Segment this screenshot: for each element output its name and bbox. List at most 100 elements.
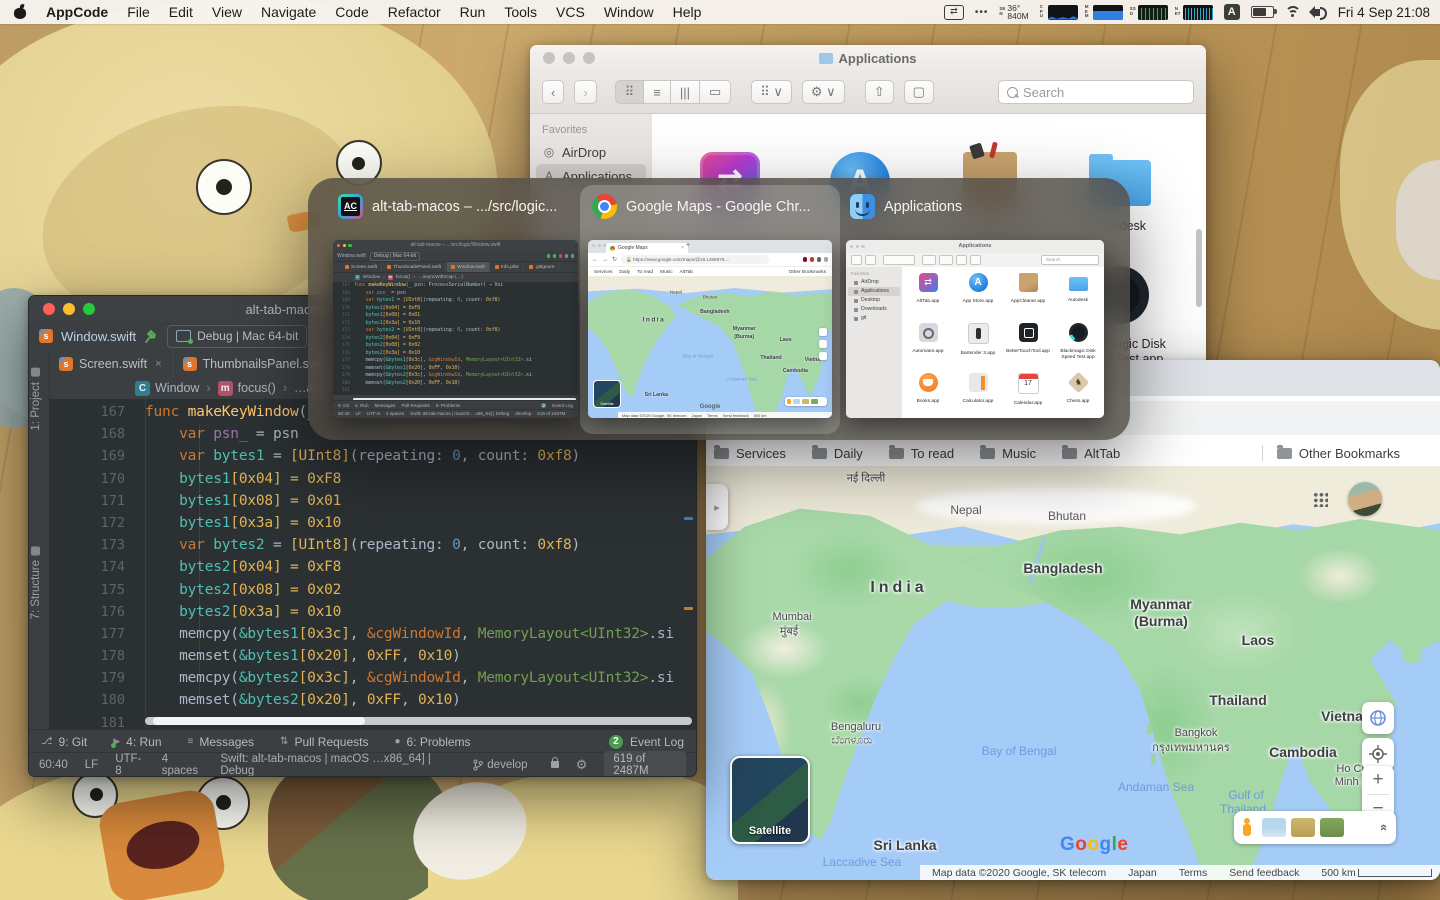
- code-line[interactable]: 174 bytes2[0x04] = 0xF8: [49, 556, 696, 578]
- bookmark-to-read[interactable]: To read: [888, 444, 954, 461]
- code-line[interactable]: 173 var bytes2 = [UInt8](repeating: 0, c…: [333, 327, 578, 335]
- bartender-menu-icon[interactable]: •••: [975, 7, 989, 18]
- terms-link[interactable]: Terms: [1179, 867, 1208, 879]
- stat-graph-cpu[interactable]: CPU: [1040, 4, 1078, 20]
- tags-button[interactable]: ▢: [903, 80, 934, 104]
- google-apps-grid-icon[interactable]: [1313, 492, 1328, 507]
- bookmark-alttab[interactable]: AltTab: [1062, 444, 1120, 461]
- back-button[interactable]: ‹: [542, 80, 565, 104]
- map-globe-button[interactable]: [1362, 702, 1394, 734]
- line-separator[interactable]: LF: [85, 759, 98, 771]
- error-stripe-mark[interactable]: [684, 607, 693, 610]
- close-tab-icon[interactable]: ×: [155, 358, 161, 370]
- pegman-icon[interactable]: [1242, 818, 1251, 837]
- run-configuration-selector[interactable]: Debug | Mac 64-bit: [167, 324, 308, 348]
- appcode-thumbnail[interactable]: alt-tab-macos – .../src/logic/Window.swi…: [333, 240, 578, 418]
- app-menu-title[interactable]: AppCode: [46, 4, 108, 20]
- code-line[interactable]: 175 bytes2[0x08] = 0x02: [49, 579, 696, 601]
- menu-item-view[interactable]: View: [212, 4, 242, 20]
- git-branch-widget[interactable]: develop: [473, 759, 528, 771]
- code-line[interactable]: 176 bytes2[0x3a] = 0x10: [333, 350, 578, 358]
- google-account-avatar[interactable]: [1348, 482, 1382, 516]
- zoom-in-button[interactable]: +: [1362, 766, 1394, 794]
- apple-menu-icon[interactable]: [14, 3, 27, 19]
- tool-window-button-4-run[interactable]: ▶ 4: Run: [111, 735, 162, 749]
- event-log-button[interactable]: 2 Event Log: [608, 734, 684, 749]
- code-line[interactable]: 171 bytes1[0x08] = 0x01: [333, 312, 578, 320]
- menu-bar-clock[interactable]: Fri 4 Sep 21:08: [1338, 5, 1430, 20]
- code-line[interactable]: 168 var psn_ = psn: [333, 290, 578, 298]
- share-button[interactable]: ⇧: [864, 80, 894, 104]
- side-panel-toggle[interactable]: ▸: [706, 484, 728, 530]
- settings-gear-icon[interactable]: ⚙: [576, 757, 588, 773]
- code-line[interactable]: 167 func makeKeyWindow(_ psn: ProcessSeri…: [333, 282, 578, 290]
- chrome-thumbnail[interactable]: Google Maps × + ← → ↻ 🔒 https://www.google.…: [588, 240, 832, 418]
- code-line[interactable]: 170 bytes1[0x04] = 0xF8: [333, 305, 578, 313]
- code-line[interactable]: 169 var bytes1 = [UInt8](repeating: 0, c…: [49, 445, 696, 467]
- caret-position[interactable]: 60:40: [39, 759, 68, 771]
- breadcrumb-item[interactable]: C Window: [135, 380, 199, 396]
- code-line[interactable]: 172 bytes1[0x3a] = 0x10: [333, 320, 578, 328]
- code-line[interactable]: 177 memcpy(&bytes1[0x3c], &cgWindowId, M…: [333, 357, 578, 365]
- input-source-menu[interactable]: A: [1223, 4, 1240, 20]
- volume-icon[interactable]: [1308, 6, 1327, 20]
- menu-item-edit[interactable]: Edit: [169, 4, 193, 20]
- gallery-view-button[interactable]: ▭: [699, 80, 732, 104]
- collapse-chevrons-icon[interactable]: «: [1377, 824, 1392, 831]
- satellite-layer-button[interactable]: Satellite: [730, 756, 810, 844]
- stat-graph-mem[interactable]: MEM: [1085, 4, 1123, 20]
- finder-titlebar[interactable]: Applications: [530, 45, 1206, 71]
- bookmark-services[interactable]: Services: [714, 444, 786, 461]
- other-bookmarks-button[interactable]: Other Bookmarks: [1276, 444, 1400, 461]
- wifi-icon[interactable]: [1284, 6, 1301, 18]
- memory-indicator[interactable]: 619 of 2487M: [604, 750, 686, 776]
- google-map[interactable]: नई दिल्ली Nepal Bhutan Bangladesh India Mumba…: [706, 466, 1440, 880]
- build-hammer-icon[interactable]: [144, 329, 159, 344]
- bookmark-music[interactable]: Music: [980, 444, 1036, 461]
- code-line[interactable]: 180 memset(&bytes2[0x20], 0xFF, 0x10): [49, 689, 696, 711]
- map-region-link[interactable]: Japan: [1128, 867, 1157, 879]
- project-tool-button[interactable]: 1: Project: [30, 368, 42, 431]
- breadcrumb-item[interactable]: m focus(): [217, 380, 276, 396]
- menu-item-help[interactable]: Help: [673, 4, 702, 20]
- code-line[interactable]: 181: [333, 387, 578, 395]
- menu-item-vcs[interactable]: VCS: [556, 4, 585, 20]
- current-file-label[interactable]: Window.swift: [61, 329, 136, 344]
- sensor-widget[interactable]: SEN 36° 840M: [999, 3, 1028, 21]
- error-stripe-mark[interactable]: [684, 517, 693, 520]
- menu-item-refactor[interactable]: Refactor: [388, 4, 441, 20]
- forward-button[interactable]: ›: [574, 80, 597, 104]
- menu-item-run[interactable]: Run: [460, 4, 486, 20]
- send-feedback-link[interactable]: Send feedback: [1229, 867, 1299, 879]
- horizontal-scrollbar[interactable]: [145, 717, 692, 725]
- code-line[interactable]: 179 memcpy(&bytes2[0x3c], &cgWindowId, M…: [333, 372, 578, 380]
- code-editor[interactable]: 167func makeKeyWindow(_ psn: ProcessSeri…: [49, 399, 696, 730]
- code-line[interactable]: 170 bytes1[0x04] = 0xF8: [49, 468, 696, 490]
- code-line[interactable]: 176 bytes2[0x3a] = 0x10: [49, 601, 696, 623]
- indent-setting[interactable]: 4 spaces: [162, 753, 204, 777]
- file-encoding[interactable]: UTF-8: [115, 753, 144, 777]
- imagery-thumbnail[interactable]: [1320, 818, 1344, 837]
- menu-item-file[interactable]: File: [127, 4, 150, 20]
- code-line[interactable]: 174 bytes2[0x04] = 0xF8: [333, 335, 578, 343]
- lock-icon[interactable]: [550, 757, 559, 768]
- tool-window-button-9-git[interactable]: ⎇ 9: Git: [41, 735, 87, 749]
- code-line[interactable]: 180 memset(&bytes2[0x20], 0xFF, 0x10): [333, 380, 578, 388]
- finder-thumbnail[interactable]: Applications Search Favorites AirDrop App…: [846, 240, 1104, 418]
- tool-window-button-6-problems[interactable]: ● 6: Problems: [394, 735, 470, 749]
- tool-window-button-pull-requests[interactable]: ⇅ Pull Requests: [280, 735, 368, 749]
- group-button[interactable]: ⠿ ∨: [751, 80, 792, 104]
- column-view-button[interactable]: |||: [670, 80, 700, 104]
- code-line[interactable]: 178 memset(&bytes1[0x20], 0xFF, 0x10): [49, 645, 696, 667]
- code-line[interactable]: 178 memset(&bytes1[0x20], 0xFF, 0x10): [333, 365, 578, 373]
- code-line[interactable]: 169 var bytes1 = [UInt8](repeating: 0, c…: [333, 297, 578, 305]
- finder-scrollbar[interactable]: [1196, 229, 1202, 307]
- stat-graph-ssd[interactable]: SSD: [1130, 4, 1168, 20]
- bookmark-daily[interactable]: Daily: [811, 444, 863, 461]
- imagery-thumbnail[interactable]: [1291, 818, 1315, 837]
- battery-icon[interactable]: [1250, 6, 1277, 18]
- code-line[interactable]: 171 bytes1[0x08] = 0x01: [49, 490, 696, 512]
- code-line[interactable]: 177 memcpy(&bytes1[0x3c], &cgWindowId, M…: [49, 623, 696, 645]
- finder-search-field[interactable]: Search: [998, 80, 1194, 104]
- scrollbar-thumb[interactable]: [153, 717, 365, 725]
